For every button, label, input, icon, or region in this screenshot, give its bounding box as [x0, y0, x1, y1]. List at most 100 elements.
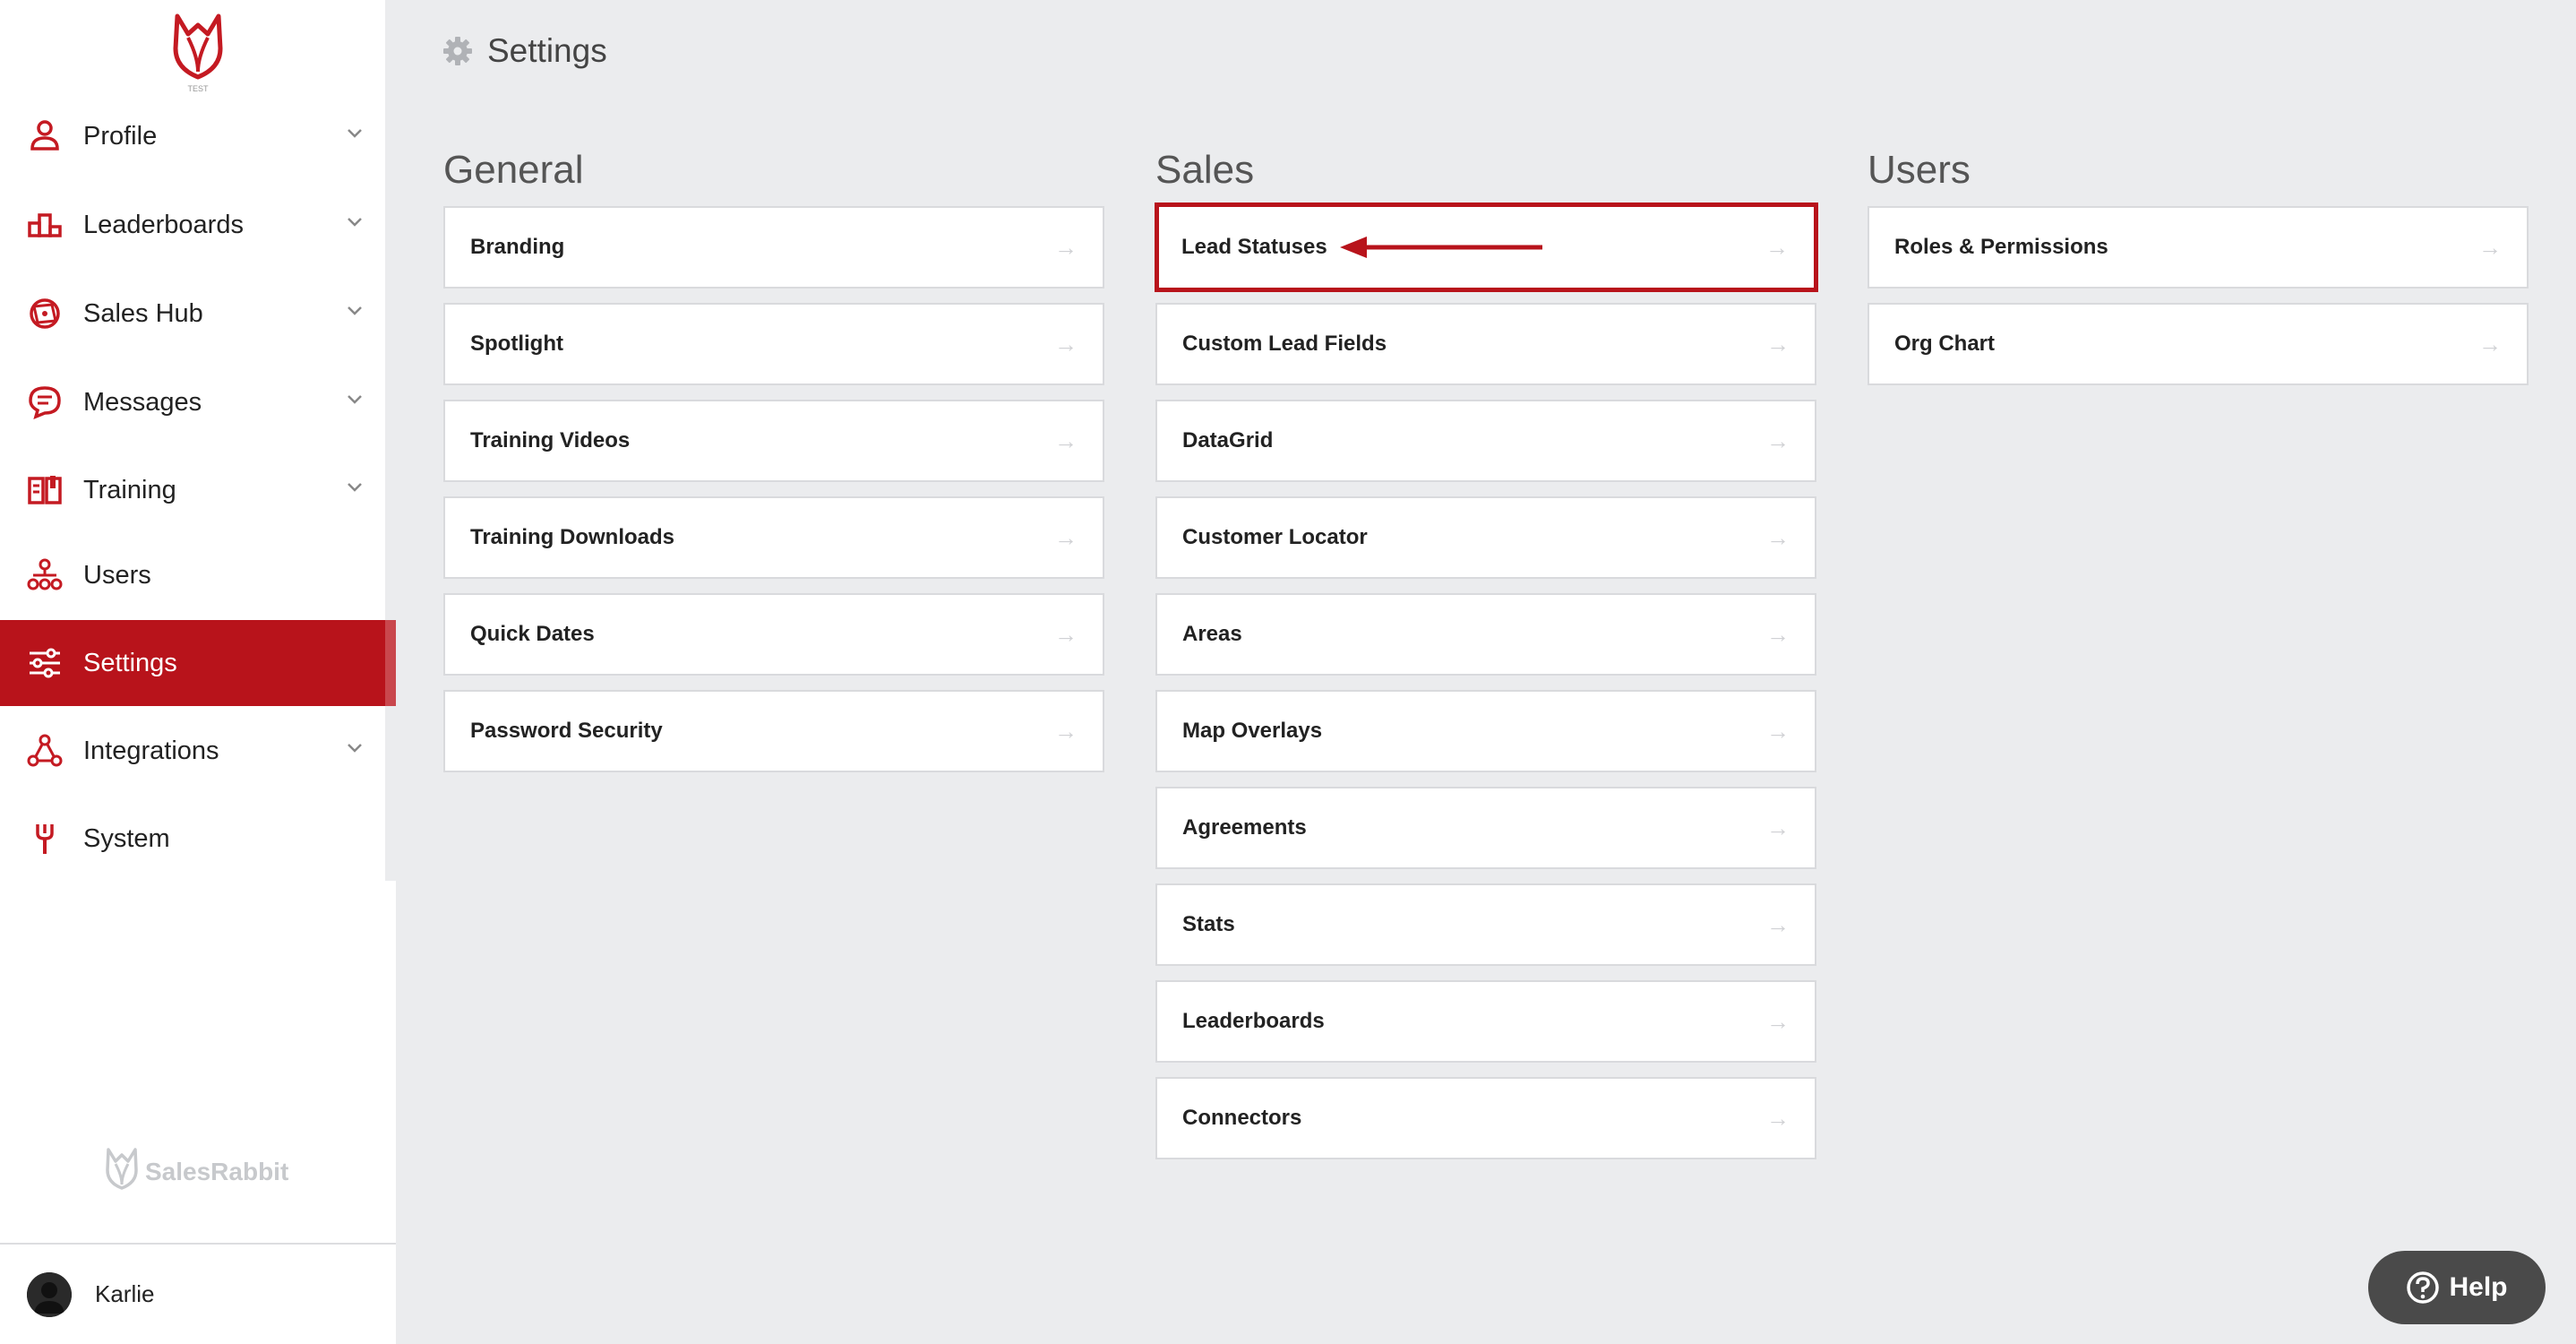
card-label: Custom Lead Fields: [1182, 332, 1387, 356]
arrow-right-icon: →: [2478, 330, 2502, 358]
settings-card-agreements[interactable]: Agreements →: [1155, 787, 1816, 869]
page-title: Settings: [487, 32, 607, 69]
card-label: Password Security: [470, 719, 663, 743]
sidebar: TEST Profile Leaderboards Sales Hub Mess…: [0, 0, 396, 1344]
arrow-right-icon: →: [1054, 233, 1078, 261]
chevron-down-icon: [348, 129, 362, 138]
card-label: Org Chart: [1894, 332, 1996, 356]
settings-card-password-security[interactable]: Password Security →: [443, 690, 1104, 772]
chat-bubble-icon: [29, 386, 61, 419]
sidebar-item-label: Messages: [83, 387, 202, 417]
settings-card-datagrid[interactable]: DataGrid →: [1155, 400, 1816, 482]
chevron-down-icon: [348, 306, 362, 315]
salesrabbit-logo-icon: [106, 1148, 138, 1190]
avatar[interactable]: [27, 1272, 72, 1317]
salesrabbit-logo-icon[interactable]: TEST: [170, 13, 226, 93]
arrow-right-icon: →: [1054, 330, 1078, 358]
sidebar-item-training[interactable]: Training: [0, 447, 396, 533]
card-label: Leaderboards: [1182, 1009, 1325, 1033]
card-label: Areas: [1182, 622, 1242, 646]
card-label: Connectors: [1182, 1106, 1302, 1130]
card-label: Stats: [1182, 912, 1235, 936]
card-label: Spotlight: [470, 332, 563, 356]
arrow-right-icon: →: [1766, 523, 1790, 551]
chevron-down-icon: [348, 744, 362, 753]
card-label: Lead Statuses: [1181, 235, 1327, 259]
person-icon: [30, 120, 59, 151]
card-label: DataGrid: [1182, 428, 1274, 452]
settings-card-customer-locator[interactable]: Customer Locator →: [1155, 496, 1816, 579]
card-label: Training Downloads: [470, 525, 675, 549]
sidebar-scrollbar: [385, 0, 396, 881]
sidebar-item-messages[interactable]: Messages: [0, 359, 396, 445]
card-label: Quick Dates: [470, 622, 595, 646]
arrow-right-icon: →: [2478, 233, 2502, 261]
arrow-right-icon: →: [1766, 426, 1790, 454]
settings-card-connectors[interactable]: Connectors →: [1155, 1077, 1816, 1159]
settings-card-roles-permissions[interactable]: Roles & Permissions →: [1868, 206, 2529, 289]
arrow-right-icon: →: [1766, 910, 1790, 938]
settings-card-training-downloads[interactable]: Training Downloads →: [443, 496, 1104, 579]
section-title: General: [443, 148, 584, 192]
gear-icon: [443, 37, 472, 65]
settings-card-org-chart[interactable]: Org Chart →: [1868, 303, 2529, 385]
brand-footer: SalesRabbit: [104, 1147, 288, 1197]
card-label: Roles & Permissions: [1894, 235, 2108, 259]
arrow-right-icon: →: [1766, 1007, 1790, 1035]
settings-card-quick-dates[interactable]: Quick Dates →: [443, 593, 1104, 676]
arrow-right-icon: →: [1054, 620, 1078, 648]
arrow-right-icon: →: [1766, 1104, 1790, 1132]
user-name: Karlie: [95, 1280, 155, 1307]
settings-card-spotlight[interactable]: Spotlight →: [443, 303, 1104, 385]
card-label: Agreements: [1182, 815, 1307, 840]
active-indicator: [385, 620, 396, 706]
user-profile-row[interactable]: Karlie: [0, 1245, 396, 1344]
chevron-down-icon: [348, 483, 362, 492]
sidebar-nav: TEST Profile Leaderboards Sales Hub Mess…: [0, 0, 396, 881]
section-title: Users: [1868, 148, 1971, 192]
sidebar-item-leaderboards[interactable]: Leaderboards: [0, 182, 396, 268]
sidebar-item-system[interactable]: System: [0, 796, 396, 882]
sidebar-item-label: Settings: [83, 648, 177, 677]
settings-column-general: General Branding → Spotlight → Training …: [443, 143, 1110, 772]
settings-column-users: Users Roles & Permissions → Org Chart →: [1868, 143, 2534, 385]
wrench-icon: [36, 824, 54, 854]
sidebar-item-label: Leaderboards: [83, 210, 244, 239]
settings-card-stats[interactable]: Stats →: [1155, 883, 1816, 966]
arrow-right-icon: →: [1765, 233, 1789, 261]
card-label: Branding: [470, 235, 565, 259]
integrations-icon: [27, 734, 63, 767]
settings-card-map-overlays[interactable]: Map Overlays →: [1155, 690, 1816, 772]
settings-card-branding[interactable]: Branding →: [443, 206, 1104, 289]
sidebar-item-users[interactable]: Users: [0, 532, 396, 618]
settings-card-leaderboards[interactable]: Leaderboards →: [1155, 980, 1816, 1063]
arrow-right-icon: →: [1054, 426, 1078, 454]
card-label: Map Overlays: [1182, 719, 1323, 743]
network-globe-icon: [30, 298, 60, 329]
arrow-right-icon: →: [1054, 523, 1078, 551]
settings-card-lead-statuses[interactable]: Lead Statuses →: [1155, 202, 1818, 292]
sidebar-item-label: Users: [83, 560, 151, 590]
sidebar-item-label: Integrations: [83, 736, 219, 765]
help-button[interactable]: Help: [2368, 1251, 2546, 1324]
settings-card-custom-lead-fields[interactable]: Custom Lead Fields →: [1155, 303, 1816, 385]
podium-icon: [28, 213, 62, 237]
page-header: Settings: [442, 32, 607, 70]
settings-card-training-videos[interactable]: Training Videos →: [443, 400, 1104, 482]
chevron-down-icon: [348, 218, 362, 227]
arrow-right-icon: →: [1054, 717, 1078, 745]
logo-sub-label: TEST: [187, 84, 209, 93]
settings-column-sales: Sales Lead Statuses → Custom Lead Fields…: [1155, 143, 1822, 1159]
sidebar-item-label: Sales Hub: [83, 298, 203, 328]
question-circle-icon: [2407, 1271, 2440, 1304]
annotation-arrow-icon: [1340, 237, 1542, 258]
brand-name: SalesRabbit: [145, 1158, 289, 1185]
sidebar-item-sales-hub[interactable]: Sales Hub: [0, 271, 396, 357]
org-chart-icon: [27, 558, 63, 590]
settings-card-areas[interactable]: Areas →: [1155, 593, 1816, 676]
arrow-right-icon: →: [1766, 620, 1790, 648]
sidebar-item-label: System: [83, 823, 170, 853]
sidebar-item-profile[interactable]: Profile: [0, 93, 396, 179]
sidebar-item-settings[interactable]: Settings: [0, 620, 396, 706]
sidebar-item-integrations[interactable]: Integrations: [0, 708, 396, 794]
